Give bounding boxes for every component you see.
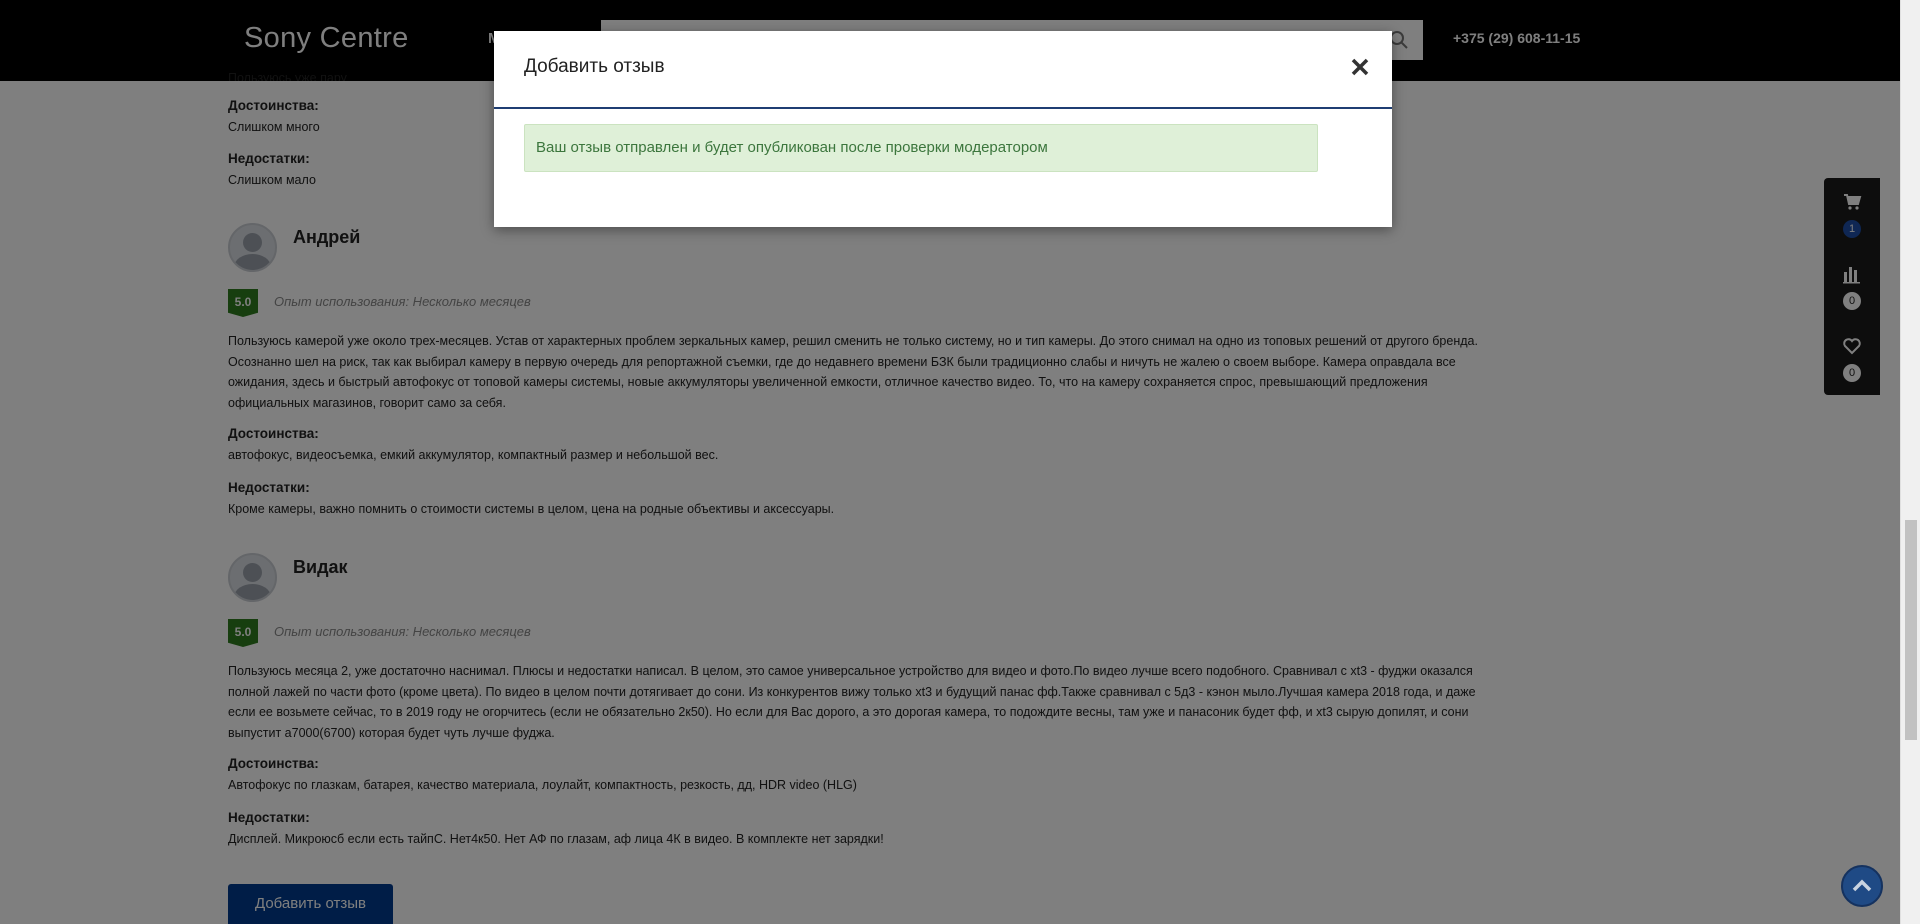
modal-title: Добавить отзыв (524, 56, 665, 77)
scroll-to-top-button[interactable] (1841, 865, 1883, 907)
page-scrollbar[interactable] (1900, 0, 1920, 924)
success-alert: Ваш отзыв отправлен и будет опубликован … (524, 124, 1318, 172)
chevron-up-icon (1852, 879, 1872, 892)
close-icon[interactable] (1346, 53, 1374, 81)
scrollbar-thumb[interactable] (1905, 520, 1917, 740)
modal-divider (494, 107, 1392, 109)
add-review-modal: Добавить отзыв Ваш отзыв отправлен и буд… (494, 31, 1392, 227)
